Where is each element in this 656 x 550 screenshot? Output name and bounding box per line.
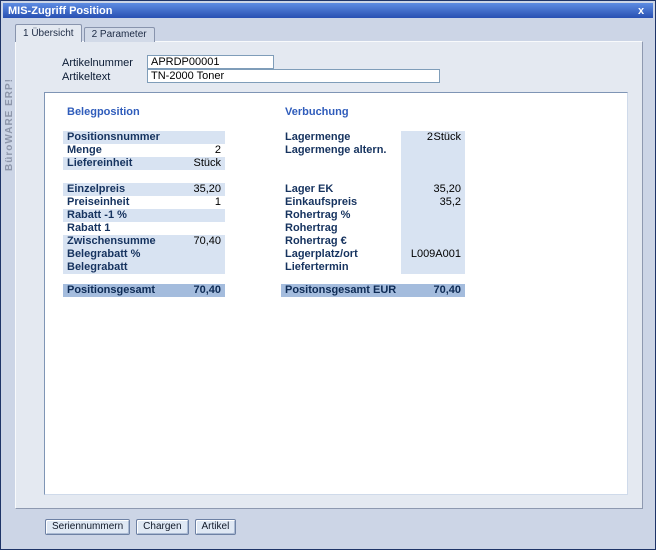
tab-1[interactable]: 1 Übersicht xyxy=(15,24,82,42)
title-bar: MIS-Zugriff Position x xyxy=(3,3,653,18)
beleg-label: Preiseinheit xyxy=(67,196,129,209)
verbuchung-row: Rohertrag € xyxy=(281,235,465,248)
beleg-label: Liefereinheit xyxy=(67,157,132,170)
belegposition-rows: PositionsnummerMenge 2 Liefereinheit Stück E… xyxy=(63,131,225,297)
tab-2[interactable]: 2 Parameter xyxy=(84,27,155,42)
verbuchung-spacer xyxy=(281,274,465,284)
beleg-label: Zwischensumme xyxy=(67,235,156,248)
verbuchung-unit: Stück xyxy=(433,131,461,144)
verbuchung-label: Rohertrag € xyxy=(285,235,347,248)
verbuchung-row xyxy=(281,157,465,170)
beleg-row: Belegrabatt % xyxy=(63,248,225,261)
verbuchung-rows: Lagermenge2StückLagermenge altern. Lager … xyxy=(281,131,465,297)
belegposition-header: Belegposition xyxy=(67,106,140,118)
verbuchung-row: Liefertermin xyxy=(281,261,465,274)
beleg-row: Rabatt -1 % xyxy=(63,209,225,222)
beleg-row: Einzelpreis 35,20 xyxy=(63,183,225,196)
artikeltext-input[interactable] xyxy=(147,69,440,83)
window-body: BüroWARE ERP! 1 Übersicht2 Parameter Art… xyxy=(4,19,652,546)
beleg-value: 70,40 xyxy=(193,284,221,297)
verbuchung-row: Positonsgesamt EUR 70,40 xyxy=(281,284,465,297)
beleg-row: Belegrabatt xyxy=(63,261,225,274)
dialog-window: MIS-Zugriff Position x BüroWARE ERP! 1 Ü… xyxy=(0,0,656,550)
beleg-spacer xyxy=(63,274,225,284)
beleg-row: Liefereinheit Stück xyxy=(63,157,225,170)
beleg-label: Rabatt -1 % xyxy=(67,209,127,222)
verbuchung-label: Positonsgesamt EUR xyxy=(285,284,396,297)
verbuchung-header: Verbuchung xyxy=(285,106,349,118)
beleg-value: 70,40 xyxy=(193,235,221,248)
beleg-row: Positionsnummer xyxy=(63,131,225,144)
button-artikel[interactable]: Artikel xyxy=(195,519,237,535)
beleg-value: Stück xyxy=(193,157,221,170)
button-chargen[interactable]: Chargen xyxy=(136,519,188,535)
beleg-label: Rabatt 1 xyxy=(67,222,110,235)
verbuchung-row: Lager EK 35,20 xyxy=(281,183,465,196)
verbuchung-label: Lager EK xyxy=(285,183,333,196)
beleg-row: Positionsgesamt 70,40 xyxy=(63,284,225,297)
verbuchung-value: 35,20 xyxy=(433,183,461,196)
verbuchung-row: Lagermenge altern. xyxy=(281,144,465,157)
close-icon[interactable]: x xyxy=(634,5,648,17)
beleg-label: Positionsgesamt xyxy=(67,284,155,297)
verbuchung-row: Einkaufspreis 35,2 xyxy=(281,196,465,209)
verbuchung-label: Lagermenge altern. xyxy=(285,144,386,157)
artikelnummer-input[interactable] xyxy=(147,55,274,69)
beleg-row: Rabatt 1 xyxy=(63,222,225,235)
window-title: MIS-Zugriff Position xyxy=(8,5,634,17)
verbuchung-label: Lagermenge xyxy=(285,131,350,144)
verbuchung-value: 35,2 xyxy=(440,196,461,209)
button-bar: Seriennummern Chargen Artikel xyxy=(45,519,236,535)
verbuchung-row: Lagerplatz/ort L009A001 xyxy=(281,248,465,261)
beleg-value: 35,20 xyxy=(193,183,221,196)
button-seriennummern[interactable]: Seriennummern xyxy=(45,519,130,535)
verbuchung-label: Einkaufspreis xyxy=(285,196,357,209)
verbuchung-label: Rohertrag xyxy=(285,222,338,235)
verbuchung-value: L009A001 xyxy=(411,248,461,261)
verbuchung-row: Rohertrag xyxy=(281,222,465,235)
beleg-row: Preiseinheit 1 xyxy=(63,196,225,209)
verbuchung-spacer xyxy=(281,170,465,183)
beleg-label: Positionsnummer xyxy=(67,131,160,144)
beleg-row: Menge 2 xyxy=(63,144,225,157)
verbuchung-label: Rohertrag % xyxy=(285,209,350,222)
verbuchung-label: Liefertermin xyxy=(285,261,349,274)
beleg-value: 2 xyxy=(215,144,221,157)
verbuchung-value: 70,40 xyxy=(433,284,461,297)
artikelnummer-label: Artikelnummer xyxy=(62,57,133,69)
position-detail-panel: Belegposition Verbuchung Positionsnummer… xyxy=(44,92,628,495)
beleg-value: 1 xyxy=(215,196,221,209)
beleg-label: Menge xyxy=(67,144,102,157)
beleg-label: Belegrabatt xyxy=(67,261,128,274)
tab-bar: 1 Übersicht2 Parameter xyxy=(15,24,157,42)
verbuchung-label: Lagerplatz/ort xyxy=(285,248,358,261)
beleg-spacer xyxy=(63,170,225,183)
beleg-label: Einzelpreis xyxy=(67,183,125,196)
beleg-label: Belegrabatt % xyxy=(67,248,140,261)
artikeltext-label: Artikeltext xyxy=(62,71,110,83)
verbuchung-row: Rohertrag % xyxy=(281,209,465,222)
tab-page-uebersicht: Artikelnummer Artikeltext Belegposition … xyxy=(15,41,643,509)
beleg-row: Zwischensumme 70,40 xyxy=(63,235,225,248)
verbuchung-row: Lagermenge2Stück xyxy=(281,131,465,144)
